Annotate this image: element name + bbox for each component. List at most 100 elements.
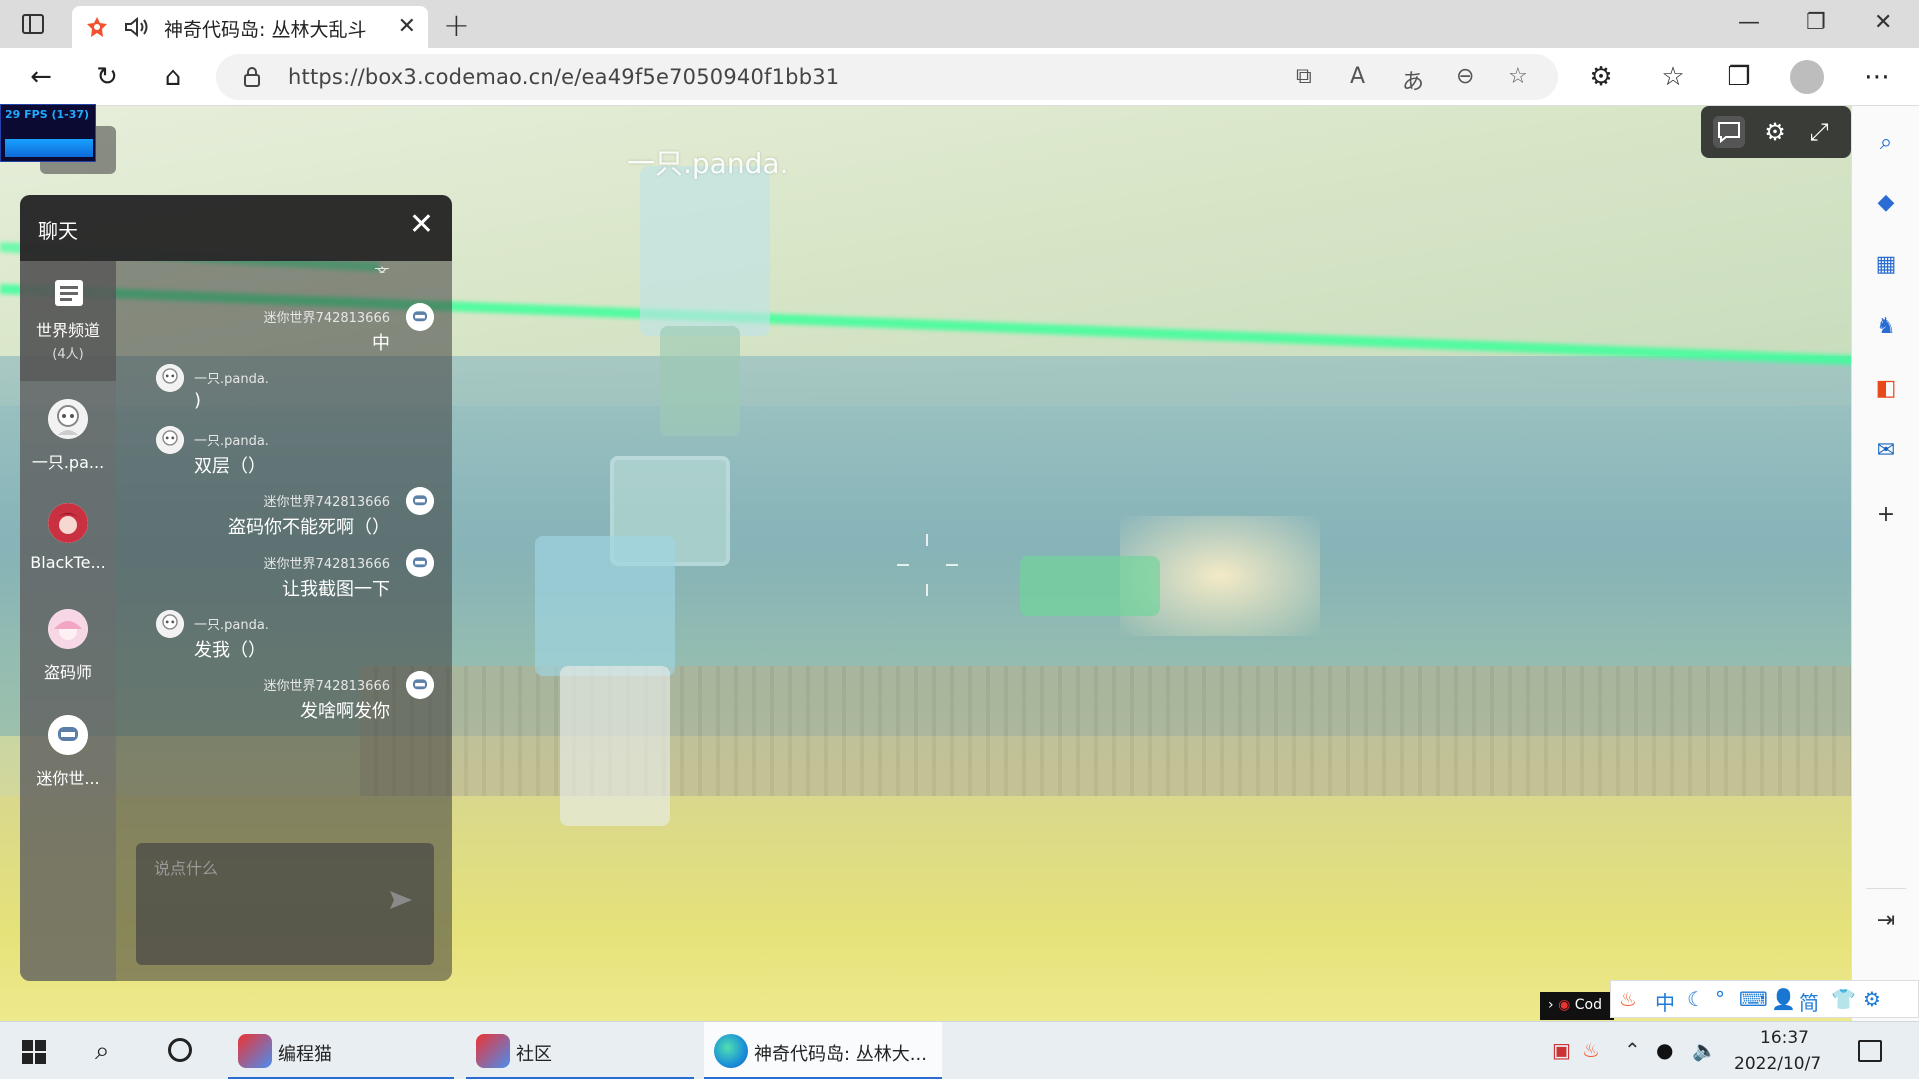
ime-chinese-toggle[interactable]: 中: [1655, 987, 1675, 1016]
ime-logo-icon[interactable]: ♨: [1619, 987, 1637, 1011]
tab-close-icon[interactable]: ✕: [398, 14, 416, 39]
channel-list: 世界频道 (4人) 一只.pa... BlackTe... 盗码师 迷你世...: [20, 261, 116, 981]
zoom-out-icon[interactable]: ⊖: [1456, 64, 1474, 89]
message-text: 盗码你不能死啊（）: [228, 517, 390, 538]
channel-user[interactable]: 迷你世...: [20, 715, 116, 815]
tray-expand-icon[interactable]: ⌃: [1624, 1038, 1641, 1062]
mini-avatar-icon: [406, 487, 434, 515]
message-text: 发啥啊发你: [300, 701, 390, 722]
windows-start-icon[interactable]: [22, 1040, 46, 1064]
extensions-icon[interactable]: ⚙: [1584, 60, 1618, 94]
ime-settings-icon[interactable]: ⚙: [1863, 987, 1881, 1011]
open-in-app-icon[interactable]: ⧉: [1296, 64, 1312, 89]
codemao-favicon-icon: [87, 17, 107, 37]
panda-avatar-icon: [48, 399, 88, 439]
chat-close-icon[interactable]: ✕: [409, 207, 434, 242]
lock-icon[interactable]: [244, 67, 260, 87]
ime-tooltip: › ◉ Cod: [1540, 992, 1614, 1020]
chat-title: 聊天: [38, 219, 78, 243]
panda-avatar-icon: [156, 610, 184, 638]
minimize-button[interactable]: —: [1738, 10, 1760, 35]
skin-icon[interactable]: 👕: [1831, 987, 1856, 1011]
message-sender: 一只.panda.: [194, 372, 269, 387]
taskbar-app[interactable]: 编程猫: [228, 1022, 454, 1079]
channel-world[interactable]: 世界频道 (4人): [20, 261, 116, 381]
more-menu-icon[interactable]: ⋯: [1860, 60, 1894, 94]
community-app-icon: [476, 1034, 510, 1068]
collections-icon[interactable]: ❐: [1722, 60, 1756, 94]
chat-toggle-icon[interactable]: [1713, 116, 1745, 148]
channel-user-name: 迷你世...: [36, 769, 100, 788]
fps-graph: [5, 127, 93, 157]
character-head: [640, 166, 770, 336]
channel-user[interactable]: 盗码师: [20, 609, 116, 709]
office-icon[interactable]: ◧: [1872, 374, 1900, 402]
add-sidebar-app-icon[interactable]: +: [1872, 500, 1900, 528]
keyboard-icon[interactable]: ⌨: [1739, 987, 1768, 1011]
maximize-button[interactable]: ❐: [1806, 10, 1826, 35]
tray-ime-icon[interactable]: ♨: [1582, 1038, 1600, 1062]
favorites-icon[interactable]: ☆: [1656, 60, 1690, 94]
moon-icon[interactable]: ☾: [1687, 987, 1705, 1011]
ime-toolbar: ♨ 中 ☾ ° ⌨ 👤 简 👕 ⚙: [1610, 980, 1919, 1018]
speaker-icon[interactable]: [124, 16, 150, 38]
ime-simplified-toggle[interactable]: 简: [1799, 987, 1819, 1016]
add-favorite-icon[interactable]: ☆: [1508, 64, 1528, 89]
settings-gear-icon[interactable]: ⚙: [1759, 116, 1791, 148]
ime-tooltip-text: Cod: [1574, 997, 1602, 1013]
volume-icon[interactable]: 🔈: [1692, 1038, 1717, 1062]
tab-title: 神奇代码岛: 丛林大乱斗: [164, 19, 367, 41]
user-icon[interactable]: 👤: [1771, 987, 1796, 1011]
search-icon[interactable]: ⌕: [1872, 128, 1900, 156]
clock-date[interactable]: 2022/10/7: [1734, 1054, 1821, 1074]
character2-body: [560, 666, 670, 826]
cortana-icon[interactable]: [168, 1038, 192, 1062]
shopping-tag-icon[interactable]: ◆: [1872, 188, 1900, 216]
green-bush: [1020, 556, 1160, 616]
message-sender: 迷你世界742813666: [263, 495, 390, 510]
channel-user[interactable]: 一只.pa...: [20, 399, 116, 499]
outlook-icon[interactable]: ✉: [1872, 436, 1900, 464]
clock-time[interactable]: 16:37: [1760, 1028, 1809, 1048]
games-icon[interactable]: ♞: [1872, 312, 1900, 340]
tab-active[interactable]: 神奇代码岛: 丛林大乱斗 ✕: [72, 6, 428, 48]
message-sender: 一只.panda.: [194, 618, 269, 633]
channel-user-name: 一只.pa...: [31, 453, 105, 472]
tab-actions-icon[interactable]: [22, 14, 44, 34]
profile-avatar-icon[interactable]: [1790, 60, 1824, 94]
hide-sidebar-icon[interactable]: ⇥: [1872, 906, 1900, 934]
world-channel-count: (4人): [52, 347, 84, 362]
qq-icon[interactable]: ●: [1656, 1038, 1673, 1062]
home-icon[interactable]: ⌂: [156, 60, 190, 94]
message-list: 齐 迷你世界742813666 中 一只.panda. ) 一只.panda. …: [120, 261, 452, 831]
translate-icon[interactable]: あ: [1402, 64, 1424, 96]
notification-icon[interactable]: [1858, 1040, 1882, 1062]
url-text[interactable]: https://box3.codemao.cn/e/ea49f5e7050940…: [288, 65, 839, 89]
character-body: [660, 326, 740, 436]
tray-pdf-icon[interactable]: ▣: [1552, 1038, 1571, 1062]
address-bar[interactable]: https://box3.codemao.cn/e/ea49f5e7050940…: [216, 54, 1558, 100]
message-text: 双层（）: [194, 456, 266, 477]
back-arrow-icon[interactable]: ←: [24, 60, 58, 94]
fullscreen-icon[interactable]: ⤢: [1803, 116, 1835, 148]
tools-icon[interactable]: ▦: [1872, 250, 1900, 278]
taskbar-app[interactable]: 社区: [466, 1022, 694, 1079]
mini-avatar-icon: [406, 303, 434, 331]
edge-browser-icon: [714, 1034, 748, 1068]
punctuation-icon[interactable]: °: [1715, 987, 1725, 1011]
message-sender: 迷你世界742813666: [263, 557, 390, 572]
sidebar-divider: [1866, 888, 1906, 889]
send-icon[interactable]: [388, 887, 414, 913]
channel-user[interactable]: BlackTe...: [20, 503, 116, 603]
new-tab-button[interactable]: +: [443, 6, 470, 44]
chat-input-box: [136, 843, 434, 965]
message-text: 发我（）: [194, 640, 266, 661]
taskbar-app-active[interactable]: 神奇代码岛: 丛林大...: [704, 1022, 942, 1079]
refresh-icon[interactable]: ↻: [90, 60, 124, 94]
mini-avatar-icon: [406, 549, 434, 577]
close-window-button[interactable]: ✕: [1874, 10, 1892, 35]
address-bar-row: ← ↻ ⌂ https://box3.codemao.cn/e/ea49f5e7…: [0, 48, 1919, 106]
read-aloud-icon[interactable]: A: [1350, 64, 1365, 89]
taskbar-search-icon[interactable]: ⌕: [95, 1036, 110, 1067]
pink-avatar-icon: [48, 609, 88, 649]
